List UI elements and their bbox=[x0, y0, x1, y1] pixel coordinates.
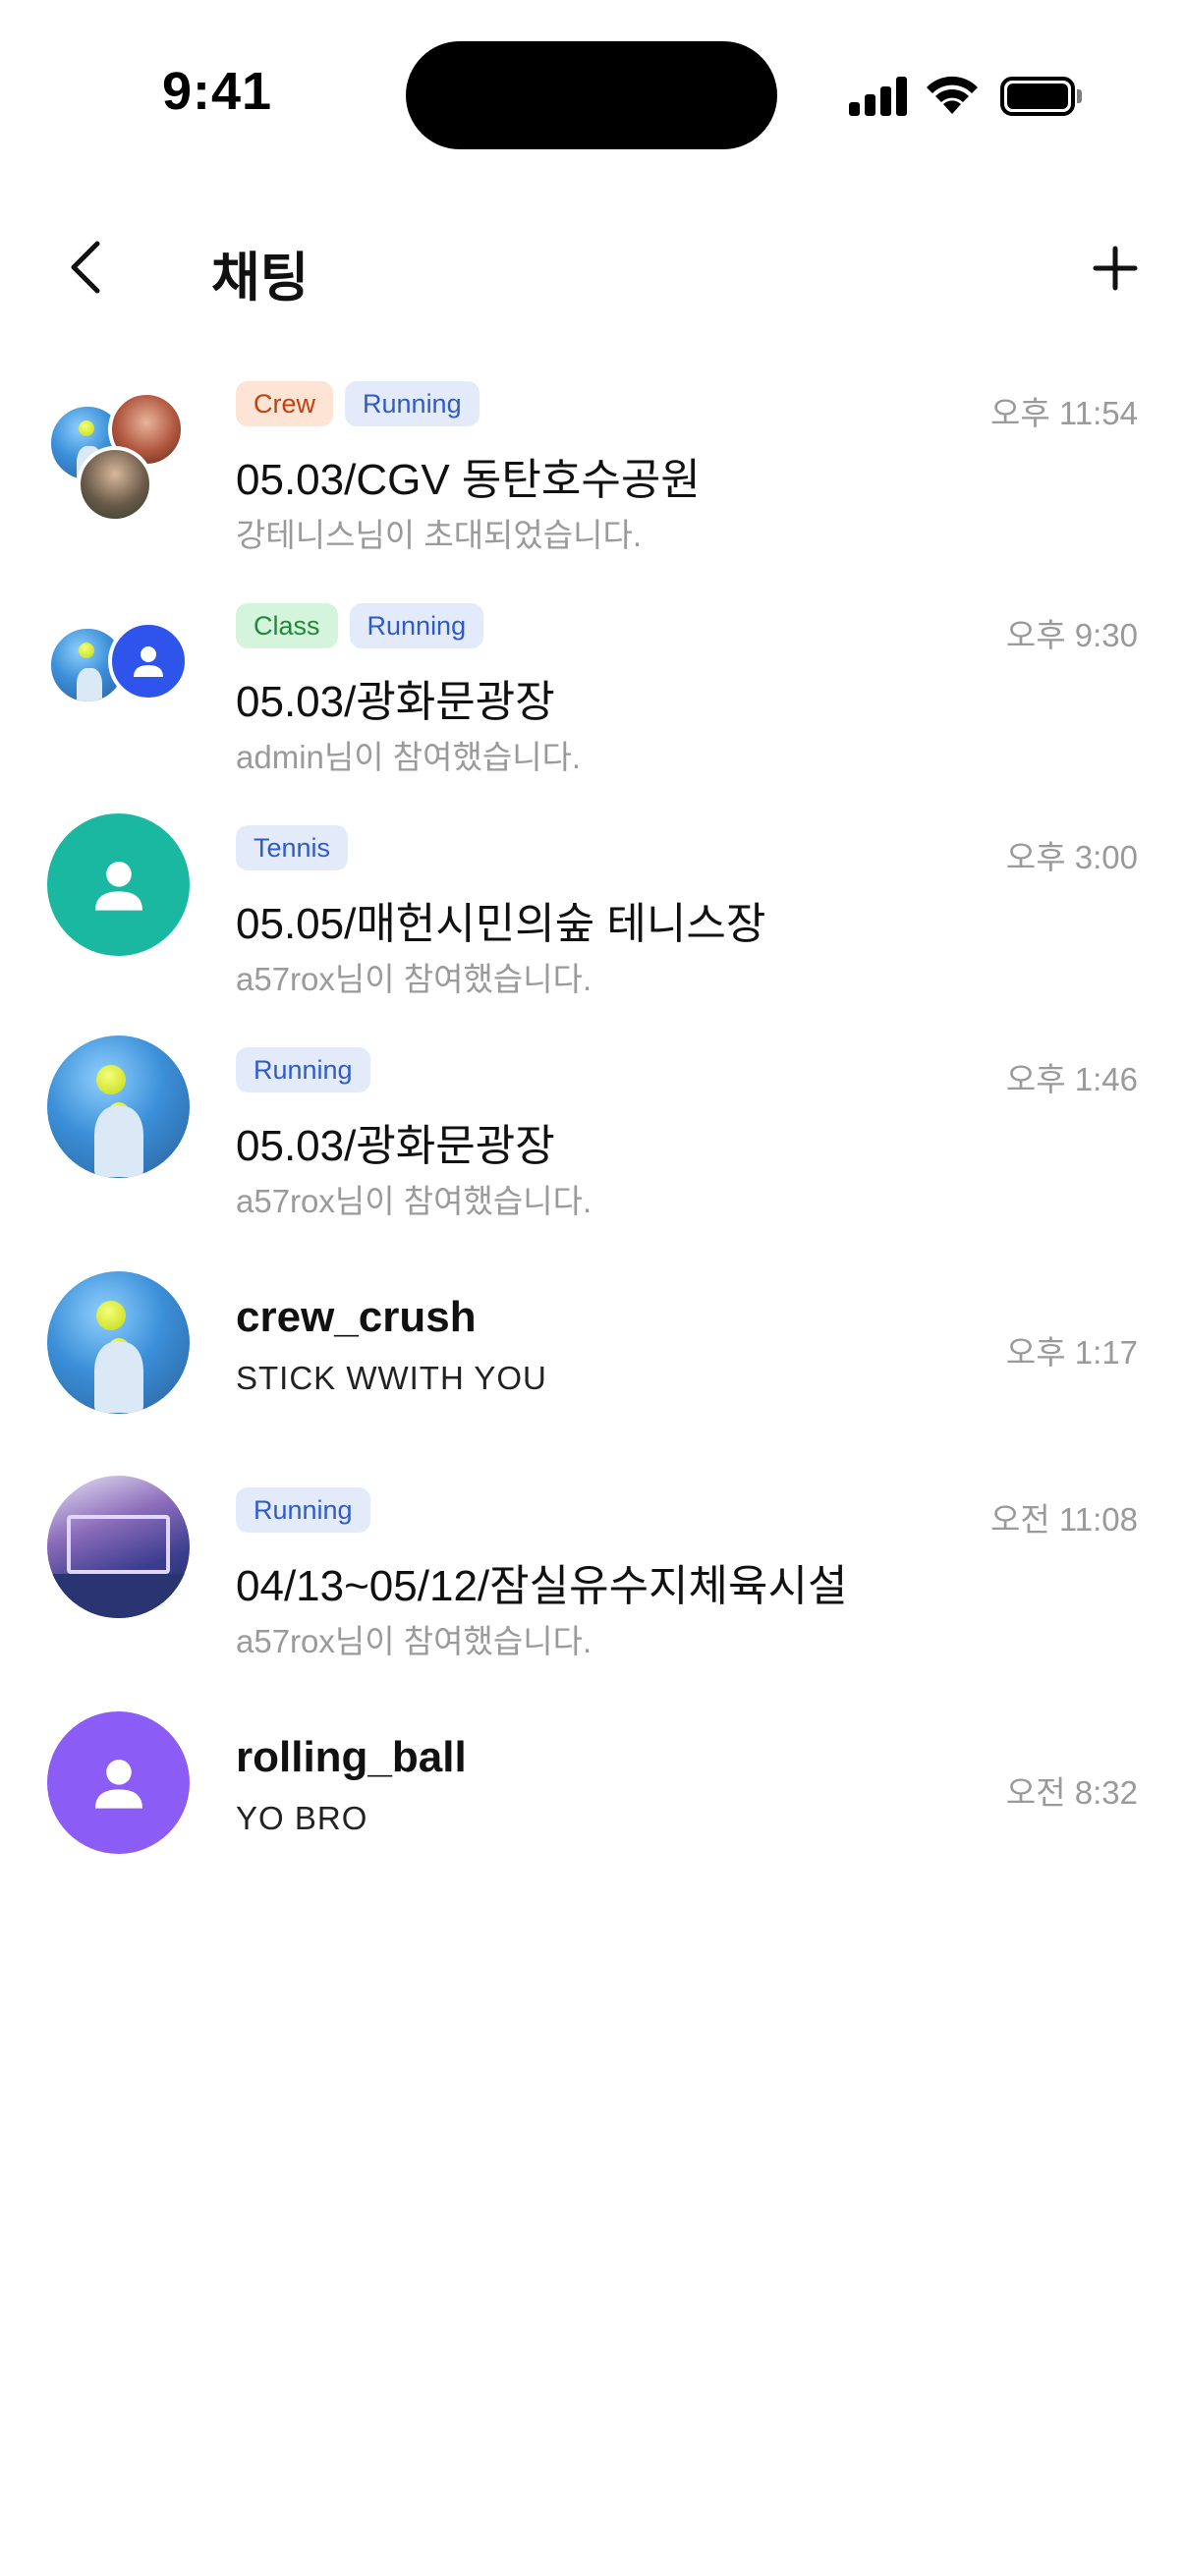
dynamic-island bbox=[406, 41, 777, 149]
add-chat-button[interactable] bbox=[1081, 234, 1150, 303]
cellular-signal-icon bbox=[849, 77, 908, 116]
avatar bbox=[47, 813, 190, 956]
page-title: 채팅 bbox=[211, 249, 310, 308]
chat-item[interactable]: Running 04/13~05/12/잠실유수지체육시설 a57rox님이 참… bbox=[0, 1470, 1185, 1666]
chat-title: 05.03/CGV 동탄호수공원 bbox=[236, 456, 701, 504]
chat-title: 05.03/광화문광장 bbox=[236, 678, 555, 726]
chat-tags: Crew Running bbox=[236, 381, 480, 426]
chat-time: 오전 8:32 bbox=[1005, 1774, 1138, 1811]
back-button[interactable] bbox=[51, 228, 120, 307]
plus-icon bbox=[1093, 246, 1138, 291]
chat-last-message: a57rox님이 참여했습니다. bbox=[236, 1183, 592, 1219]
chat-tags: Running bbox=[236, 1487, 370, 1533]
chat-last-message: YO BRO bbox=[236, 1800, 368, 1836]
chat-time: 오후 1:46 bbox=[1005, 1061, 1138, 1097]
tag-running: Running bbox=[345, 381, 480, 426]
tag-crew: Crew bbox=[236, 381, 334, 426]
chat-item[interactable]: crew_crush STICK WWITH YOU 오후 1:17 bbox=[0, 1252, 1185, 1428]
chat-item[interactable]: Class Running 05.03/광화문광장 admin님이 참여했습니다… bbox=[0, 586, 1185, 782]
tag-class: Class bbox=[236, 603, 338, 648]
chat-tags: Class Running bbox=[236, 603, 484, 648]
user-icon bbox=[94, 1759, 142, 1809]
status-bar: 9:41 bbox=[0, 0, 1185, 187]
tag-running: Running bbox=[236, 1047, 370, 1092]
avatar bbox=[47, 1476, 190, 1618]
chat-tags: Running bbox=[236, 1047, 370, 1092]
chat-last-message: a57rox님이 참여했습니다. bbox=[236, 1623, 592, 1659]
chat-item[interactable]: Tennis 05.05/매헌시민의숲 테니스장 a57rox님이 참여했습니다… bbox=[0, 808, 1185, 1004]
photo-avatar bbox=[47, 1476, 190, 1618]
chat-item[interactable]: Crew Running 05.03/CGV 동탄호수공원 강테니스님이 초대되… bbox=[0, 364, 1185, 560]
tag-running: Running bbox=[236, 1487, 370, 1533]
user-icon bbox=[94, 861, 142, 911]
chat-title: 05.03/광화문광장 bbox=[236, 1122, 555, 1170]
chat-title: rolling_ball bbox=[236, 1733, 467, 1781]
status-time: 9:41 bbox=[162, 62, 273, 121]
chat-title: crew_crush bbox=[236, 1293, 477, 1341]
chat-time: 오후 3:00 bbox=[1005, 839, 1138, 875]
tag-tennis: Tennis bbox=[236, 825, 349, 870]
tag-running: Running bbox=[349, 603, 484, 648]
chat-title: 04/13~05/12/잠실유수지체육시설 bbox=[236, 1562, 848, 1610]
chat-last-message: 강테니스님이 초대되었습니다. bbox=[236, 517, 643, 553]
chat-item[interactable]: rolling_ball YO BRO 오전 8:32 bbox=[0, 1692, 1185, 1869]
photo-avatar bbox=[47, 1036, 190, 1178]
chat-title: 05.05/매헌시민의숲 테니스장 bbox=[236, 900, 766, 948]
wifi-icon bbox=[924, 71, 981, 116]
battery-icon bbox=[1000, 77, 1082, 116]
chat-tags: Tennis bbox=[236, 825, 349, 870]
member-avatar bbox=[108, 621, 189, 701]
avatar bbox=[47, 1271, 190, 1414]
member-avatar bbox=[77, 446, 153, 523]
group-avatar bbox=[47, 586, 190, 728]
chat-time: 오후 9:30 bbox=[1005, 617, 1138, 653]
user-icon bbox=[134, 646, 163, 677]
chat-time: 오후 1:17 bbox=[1005, 1334, 1138, 1371]
chat-last-message: a57rox님이 참여했습니다. bbox=[236, 961, 592, 997]
chat-time: 오전 11:08 bbox=[989, 1501, 1138, 1538]
group-avatar bbox=[47, 383, 190, 526]
chat-item[interactable]: Running 05.03/광화문광장 a57rox님이 참여했습니다. 오후 … bbox=[0, 1030, 1185, 1226]
avatar bbox=[47, 1711, 190, 1854]
default-avatar bbox=[47, 1711, 190, 1854]
chat-last-message: admin님이 참여했습니다. bbox=[236, 739, 582, 775]
chevron-left-icon bbox=[71, 241, 100, 294]
chat-last-message: STICK WWITH YOU bbox=[236, 1360, 547, 1396]
chat-time: 오후 11:54 bbox=[989, 395, 1138, 431]
avatar bbox=[47, 1036, 190, 1178]
photo-avatar bbox=[47, 1271, 190, 1414]
header: 채팅 bbox=[0, 206, 1185, 324]
default-avatar bbox=[47, 813, 190, 956]
